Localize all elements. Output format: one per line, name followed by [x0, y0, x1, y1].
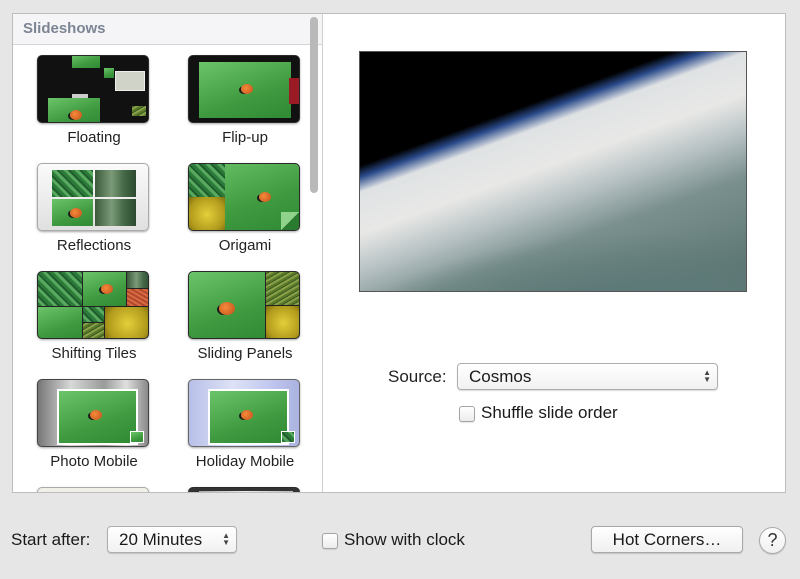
show-clock-label[interactable]: Show with clock: [344, 530, 465, 550]
list-scrollbar[interactable]: [310, 17, 318, 193]
partial-thumbnail: [37, 487, 149, 492]
hot-corners-button[interactable]: Hot Corners…: [591, 526, 743, 553]
start-after-select[interactable]: 20 Minutes ▲ ▼: [107, 526, 237, 553]
start-after-value: 20 Minutes: [119, 530, 203, 549]
shifting-tiles-thumbnail: [37, 271, 149, 339]
source-value: Cosmos: [469, 367, 532, 386]
slideshow-label: Flip-up: [222, 129, 268, 146]
slideshows-header: Slideshows: [13, 14, 322, 45]
slideshow-label: Origami: [218, 237, 272, 254]
start-after-label: Start after:: [11, 530, 91, 549]
slideshow-label: Holiday Mobile: [195, 453, 295, 470]
sliding-panels-thumbnail: [188, 271, 300, 339]
updown-arrows-icon: ▲ ▼: [222, 531, 230, 547]
show-clock-checkbox[interactable]: [322, 533, 338, 549]
slideshow-preview: [359, 51, 747, 292]
preview-panel: Source: Cosmos ▲ ▼ Shuffle slide order: [322, 14, 785, 492]
slideshow-label: Reflections: [56, 237, 132, 254]
slideshow-label: Shifting Tiles: [51, 345, 137, 362]
slideshow-label: Photo Mobile: [50, 453, 138, 470]
floating-thumbnail: [37, 55, 149, 123]
reflections-thumbnail: [37, 163, 149, 231]
source-label: Source:: [388, 367, 447, 386]
partial-thumbnail: [188, 487, 300, 492]
help-button[interactable]: ?: [759, 527, 786, 554]
slideshow-label: Sliding Panels: [197, 345, 293, 362]
updown-arrows-icon: ▲ ▼: [703, 368, 711, 384]
slideshows-list[interactable]: Slideshows Floating Flip-up Reflections …: [13, 14, 323, 492]
flip-up-thumbnail: [188, 55, 300, 123]
shuffle-checkbox[interactable]: [459, 406, 475, 422]
slideshow-label: Floating: [67, 129, 121, 146]
origami-thumbnail: [188, 163, 300, 231]
holiday-mobile-thumbnail: [188, 379, 300, 447]
source-select[interactable]: Cosmos ▲ ▼: [457, 363, 718, 390]
photo-mobile-thumbnail: [37, 379, 149, 447]
shuffle-label[interactable]: Shuffle slide order: [481, 403, 618, 423]
screen-saver-pane: Slideshows Floating Flip-up Reflections …: [12, 13, 786, 493]
